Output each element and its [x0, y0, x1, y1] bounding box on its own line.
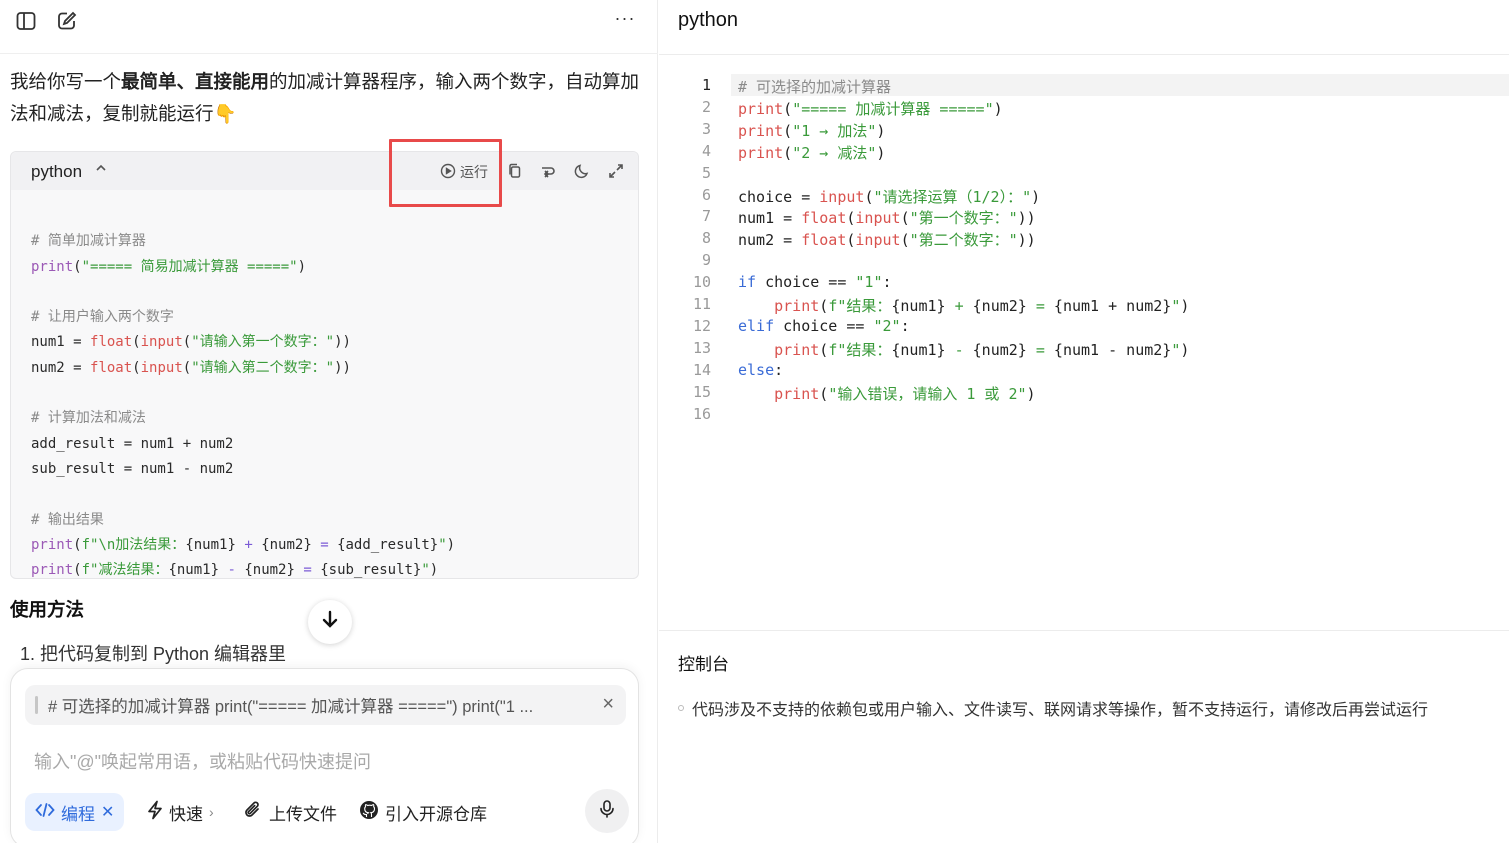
line-number: 1 — [701, 76, 711, 94]
bullet-icon — [678, 705, 684, 711]
console-title: 控制台 — [678, 655, 729, 674]
prompt-input[interactable]: 输入"@"唤起常用语，或粘贴代码快速提问 — [34, 748, 371, 774]
line-number: 3 — [701, 120, 711, 138]
chevron-up-icon[interactable] — [95, 162, 107, 177]
coding-mode-chip[interactable]: 编程 ✕ — [25, 793, 125, 831]
close-icon[interactable]: × — [602, 693, 614, 716]
import-repo-label: 引入开源仓库 — [385, 804, 487, 824]
line-number: 2 — [701, 98, 711, 116]
editor-line: print(f"结果：{num1} + {num2} = {num1 + num… — [774, 297, 1190, 315]
divider — [659, 630, 1509, 631]
editor-line: else: — [738, 361, 784, 379]
chat-input-panel: # 可选择的加减计算器 print("===== 加减计算器 =====") p… — [10, 668, 639, 843]
editor-line: num2 = float(input("第二个数字：")) — [738, 231, 1036, 249]
line-number: 10 — [692, 273, 711, 291]
fast-mode-label: 快速 — [169, 804, 203, 824]
console-message-text: 代码涉及不支持的依赖包或用户输入、文件读写、联网请求等操作，暂不支持运行，请修改… — [692, 702, 1429, 719]
code-line: sub_result = num1 - num2 — [31, 460, 234, 477]
chat-topbar: ··· — [0, 0, 658, 54]
code-block: python 运行 # 简单加减计算器 print("===== 简易加减计算器… — [10, 151, 639, 579]
editor-line: choice = input("请选择运算（1/2）：") — [738, 188, 1041, 206]
editor-line: print("1 → 加法") — [738, 122, 886, 140]
line-number: 11 — [692, 295, 711, 313]
code-preview-panel: python 1 # 可选择的加减计算器 2 print("===== 加减计算… — [659, 0, 1509, 843]
code-line: add_result = num1 + num2 — [31, 435, 234, 452]
github-icon — [359, 800, 379, 825]
remove-mode-icon[interactable]: ✕ — [101, 802, 114, 822]
code-line: num1 = float(input("请输入第一个数字：")) — [31, 334, 351, 351]
line-number: 13 — [692, 339, 711, 357]
more-menu-icon[interactable]: ··· — [612, 8, 638, 30]
code-line: num2 = float(input("请输入第二个数字：")) — [31, 359, 351, 376]
pointing-down-emoji-icon: 👇 — [213, 103, 237, 124]
new-chat-icon[interactable] — [56, 10, 78, 32]
line-number: 8 — [701, 229, 711, 247]
expand-icon[interactable] — [607, 162, 625, 180]
moon-icon[interactable] — [573, 162, 591, 180]
sidebar-toggle-icon[interactable] — [15, 10, 37, 32]
line-number: 12 — [692, 317, 711, 335]
editor-line: print("输入错误，请输入 1 或 2") — [774, 385, 1036, 403]
chevron-right-icon: › — [209, 804, 214, 820]
editor-line: if choice == "1": — [738, 273, 892, 291]
code-line: print(f"减法结果：{num1} - {num2} = {sub_resu… — [31, 562, 439, 579]
chat-panel: ··· 我给你写一个最简单、直接能用的加减计算器程序，输入两个数字，自动算加法和… — [0, 0, 658, 843]
fast-mode-button[interactable]: 快速 › — [147, 793, 214, 831]
paperclip-icon — [243, 800, 263, 825]
copy-icon[interactable] — [506, 162, 524, 180]
code-block-header: python 运行 — [11, 152, 638, 190]
highlight-annotation-box — [389, 139, 502, 207]
code-line: # 输出结果 — [31, 511, 104, 528]
editor-line: elif choice == "2": — [738, 317, 910, 335]
line-number: 14 — [692, 361, 711, 379]
coding-mode-label: 编程 — [61, 804, 95, 824]
arrow-down-icon — [320, 609, 340, 635]
editor-line: print("2 → 减法") — [738, 144, 886, 162]
code-language-label: python — [31, 162, 83, 181]
lightning-icon — [147, 800, 163, 825]
assistant-intro-text: 我给你写一个最简单、直接能用的加减计算器程序，输入两个数字，自动算加法和减法，复… — [10, 71, 640, 124]
editor-line: # 可选择的加减计算器 — [738, 78, 892, 96]
line-number: 16 — [692, 405, 711, 423]
usage-section-title: 使用方法 — [10, 599, 85, 620]
word-wrap-icon[interactable] — [539, 162, 557, 180]
quote-bar — [35, 696, 38, 714]
code-line: # 简单加减计算器 — [31, 233, 146, 250]
line-number: 6 — [701, 186, 711, 204]
upload-file-label: 上传文件 — [269, 804, 337, 824]
console-message: 代码涉及不支持的依赖包或用户输入、文件读写、联网请求等操作，暂不支持运行，请修改… — [678, 696, 1428, 720]
line-number: 15 — [692, 383, 711, 401]
voice-input-button[interactable] — [585, 789, 629, 833]
code-brackets-icon — [35, 802, 55, 823]
import-repo-button[interactable]: 引入开源仓库 — [359, 793, 487, 831]
code-block-body: # 简单加减计算器 print("===== 简易加减计算器 =====") # … — [31, 204, 455, 634]
quoted-code-text: # 可选择的加减计算器 print("===== 加减计算器 =====") p… — [48, 698, 534, 716]
microphone-icon — [597, 799, 617, 824]
usage-step: 1. 把代码复制到 Python 编辑器里 — [20, 644, 287, 664]
line-number: 9 — [701, 251, 711, 269]
upload-file-button[interactable]: 上传文件 — [243, 793, 337, 831]
editor-line: print(f"结果：{num1} - {num2} = {num1 - num… — [774, 341, 1190, 359]
quoted-code-chip: # 可选择的加减计算器 print("===== 加减计算器 =====") p… — [25, 685, 626, 725]
code-line: print(f"\n加法结果：{num1} + {num2} = {add_re… — [31, 536, 456, 553]
code-line: print("===== 简易加减计算器 =====") — [31, 258, 307, 275]
editor-line: num1 = float(input("第一个数字：")) — [738, 209, 1036, 227]
code-line: # 让用户输入两个数字 — [31, 309, 174, 326]
code-line: # 计算加法和减法 — [31, 410, 146, 427]
divider — [659, 54, 1509, 55]
line-number: 7 — [701, 207, 711, 225]
line-number: 5 — [701, 164, 711, 182]
scroll-to-bottom-button[interactable] — [308, 600, 352, 644]
editor-line: print("===== 加减计算器 =====") — [738, 100, 1003, 118]
line-number: 4 — [701, 142, 711, 160]
preview-title: python — [678, 9, 739, 31]
